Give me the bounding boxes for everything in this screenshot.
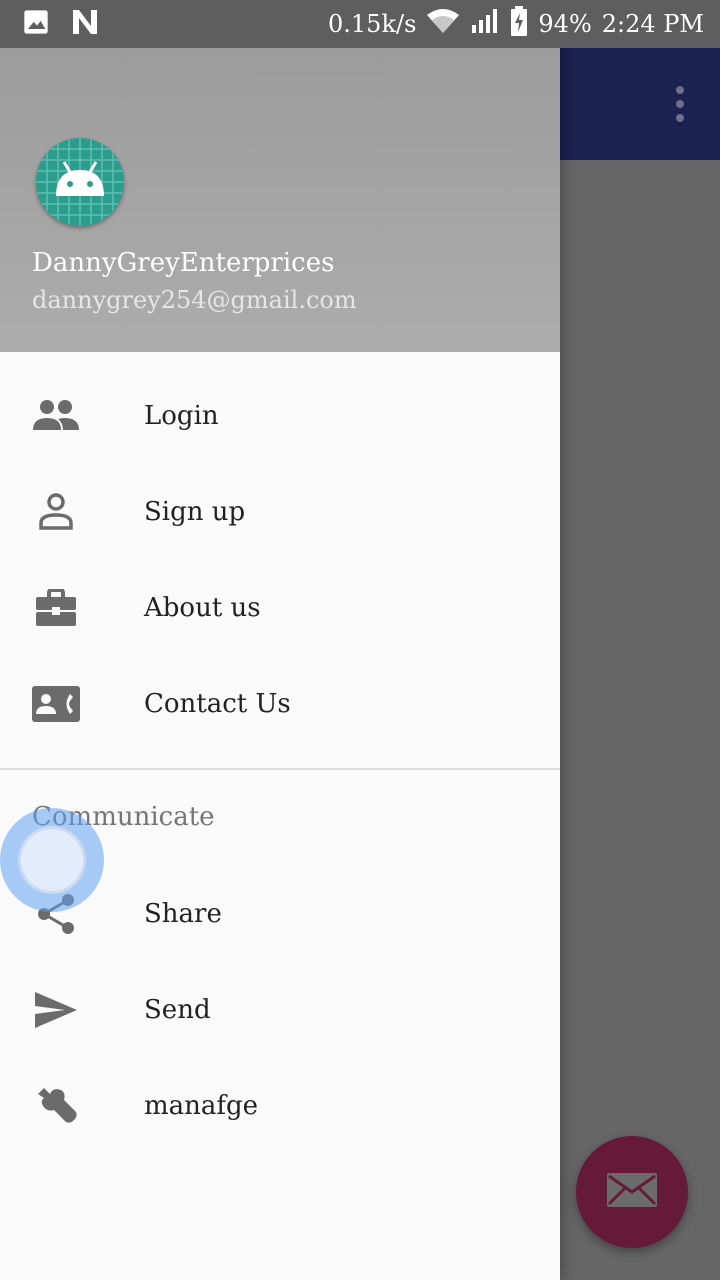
drawer-item-label: About us [144,593,261,623]
network-speed: 0.15k/s [328,10,417,38]
wrench-icon [32,1082,80,1130]
drawer-item-label: Login [144,401,219,431]
send-icon [32,986,80,1034]
contact-phone-icon [32,680,80,728]
drawer-item-label: Send [144,995,211,1025]
drawer-item-send[interactable]: Send [0,962,560,1058]
drawer-item-label: Share [144,899,222,929]
drawer-item-sign-up[interactable]: Sign up [0,464,560,560]
navigation-drawer: DannyGreyEnterprices dannygrey254@gmail.… [0,48,560,1280]
drawer-item-about-us[interactable]: About us [0,560,560,656]
battery-percent: 94% [538,10,592,38]
drawer-item-label: manafge [144,1091,259,1121]
drawer-item-contact-us[interactable]: Contact Us [0,656,560,752]
touch-indicator [0,808,104,912]
briefcase-icon [32,584,80,632]
avatar[interactable] [36,138,124,226]
battery-charging-icon [510,6,528,42]
status-bar-left [22,8,100,40]
email-icon [606,1172,658,1212]
drawer-header: DannyGreyEnterprices dannygrey254@gmail.… [0,48,560,352]
status-bar: 0.15k/s 94% 2:24 PM [0,0,720,48]
drawer-item-manafge[interactable]: manafge [0,1058,560,1154]
drawer-item-login[interactable]: Login [0,368,560,464]
person-outline-icon [32,488,80,536]
android-icon [36,138,124,226]
account-name: DannyGreyEnterprices [32,248,335,278]
more-vert-icon[interactable] [668,86,692,122]
divider [0,768,560,770]
image-icon [22,8,50,40]
drawer-item-label: Sign up [144,497,246,527]
wifi-icon [426,7,460,41]
email-fab[interactable] [576,1136,688,1248]
signal-icon [470,7,500,41]
drawer-item-label: Contact Us [144,689,291,719]
clock: 2:24 PM [601,10,704,38]
n-notification-icon [70,8,100,40]
status-bar-right: 0.15k/s 94% 2:24 PM [328,0,704,48]
people-icon [32,392,80,440]
account-email: dannygrey254@gmail.com [32,286,357,314]
